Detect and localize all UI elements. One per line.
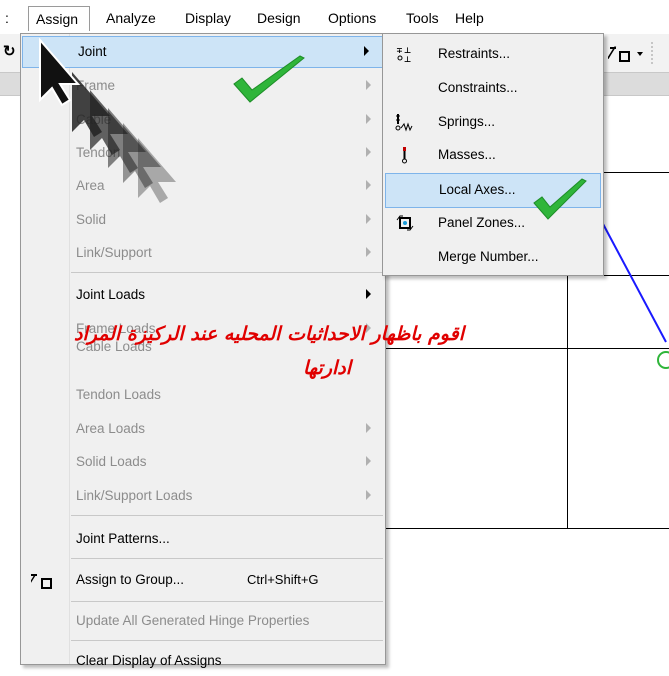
menu-separator	[71, 558, 383, 559]
menu-item-area-loads[interactable]: Area Loads	[21, 414, 385, 444]
submenu-item-label: Masses...	[438, 147, 496, 162]
menu-item-label: Update All Generated Hinge Properties	[76, 613, 310, 628]
menu-item-joint-loads[interactable]: Joint Loads	[21, 280, 385, 310]
svg-text:∓: ∓	[396, 46, 403, 55]
grid-line	[382, 528, 669, 529]
menu-item-joint-patterns[interactable]: Joint Patterns...	[21, 524, 385, 554]
submenu-arrow-icon	[366, 147, 371, 157]
menu-item-tendon-loads[interactable]: Tendon Loads	[21, 380, 385, 410]
menu-item-label: Area Loads	[76, 421, 146, 436]
menu-item-link-support[interactable]: Link/Support	[21, 238, 385, 268]
menu-item-label: Tendon Loads	[76, 387, 161, 402]
submenu-item-masses[interactable]: Masses...	[383, 139, 603, 172]
menu-assign[interactable]: Assign	[28, 6, 90, 31]
checkmark-icon	[233, 55, 305, 103]
submenu-item-constraints[interactable]: Constraints...	[383, 72, 603, 105]
submenu-item-restraints[interactable]: ∓ ⊥ ⊥ Restraints...	[383, 38, 603, 71]
menu-assign-label: Assign	[36, 11, 79, 27]
submenu-arrow-icon	[366, 114, 371, 124]
menu-item-label: Solid Loads	[76, 454, 147, 469]
menu-separator	[71, 515, 383, 516]
checkmark-icon	[533, 178, 587, 220]
menu-item-solid-loads[interactable]: Solid Loads	[21, 447, 385, 477]
assign-group-icon: ⁄	[31, 571, 52, 589]
menu-item-label: Clear Display of Assigns	[76, 653, 222, 668]
submenu-item-label: Panel Zones...	[438, 215, 526, 230]
menu-options[interactable]: Options	[328, 10, 376, 26]
svg-text:⁄: ⁄	[31, 571, 37, 589]
submenu-arrow-icon	[366, 80, 371, 90]
submenu-arrow-icon	[366, 180, 371, 190]
submenu-item-springs[interactable]: Springs...	[383, 106, 603, 139]
menu-item-solid[interactable]: Solid	[21, 205, 385, 235]
menu-separator	[71, 601, 383, 602]
restraints-icon: ∓ ⊥ ⊥	[396, 46, 411, 64]
menu-analyze[interactable]: Analyze	[106, 10, 156, 26]
assign-group-toolbar-icon[interactable]: ⁄	[606, 40, 658, 66]
submenu-item-label: Constraints...	[438, 80, 518, 95]
submenu-item-label: Restraints...	[438, 46, 511, 61]
menu-separator	[71, 272, 383, 273]
menu-design[interactable]: Design	[257, 10, 301, 26]
submenu-arrow-icon	[366, 423, 371, 433]
submenu-arrow-icon	[366, 214, 371, 224]
menu-tools[interactable]: Tools	[406, 10, 439, 26]
menu-display[interactable]: Display	[185, 10, 231, 26]
menu-item-label: Assign to Group...	[76, 572, 185, 587]
submenu-arrow-icon	[366, 289, 371, 299]
menu-item-link-support-loads[interactable]: Link/Support Loads	[21, 481, 385, 511]
svg-text:⊥: ⊥	[404, 46, 411, 55]
annotation-text-line2: ادارتها	[303, 357, 352, 379]
submenu-arrow-icon	[366, 490, 371, 500]
submenu-item-label: Merge Number...	[438, 249, 539, 264]
submenu-arrow-icon	[366, 247, 371, 257]
model-frame-line	[601, 221, 669, 369]
menu-bar: Assign Analyze Display Design Options To…	[0, 0, 669, 34]
joint-submenu: ∓ ⊥ ⊥ Restraints... Constraints... Sprin…	[382, 33, 604, 276]
menu-item-label: Joint Loads	[76, 287, 146, 302]
submenu-item-label: Local Axes...	[439, 182, 516, 197]
menu-item-label: Link/Support	[76, 245, 152, 260]
grid-line	[602, 172, 669, 173]
annotation-text-line1: اقوم باظهار الاحداثيات المحليه عند الركي…	[74, 323, 464, 345]
submenu-item-merge-number[interactable]: Merge Number...	[383, 241, 603, 274]
panel-zones-icon	[396, 215, 414, 231]
grid-line	[567, 275, 568, 529]
shortcut-label: Ctrl+Shift+G	[247, 572, 319, 587]
menu-separator	[71, 640, 383, 641]
submenu-item-label: Springs...	[438, 114, 496, 129]
submenu-arrow-icon	[366, 456, 371, 466]
menu-item-assign-to-group[interactable]: ⁄ Assign to Group... Ctrl+Shift+G	[21, 565, 385, 595]
menu-item-update-hinge-properties[interactable]: Update All Generated Hinge Properties	[21, 606, 385, 636]
submenu-arrow-icon	[364, 46, 369, 56]
rotate-view-icon[interactable]: ↻	[3, 42, 16, 60]
menu-item-label: Link/Support Loads	[76, 488, 193, 503]
springs-icon	[395, 114, 413, 132]
menu-overflow-icon: :	[5, 10, 9, 26]
menu-help[interactable]: Help	[455, 10, 484, 26]
masses-icon	[402, 147, 407, 164]
svg-text:⊥: ⊥	[404, 55, 411, 64]
menu-item-label: Joint Patterns...	[76, 531, 170, 546]
mouse-cursor-icon	[39, 38, 176, 203]
menu-item-clear-display-of-assigns[interactable]: Clear Display of Assigns	[21, 646, 385, 676]
menu-item-label: Solid	[76, 212, 107, 227]
